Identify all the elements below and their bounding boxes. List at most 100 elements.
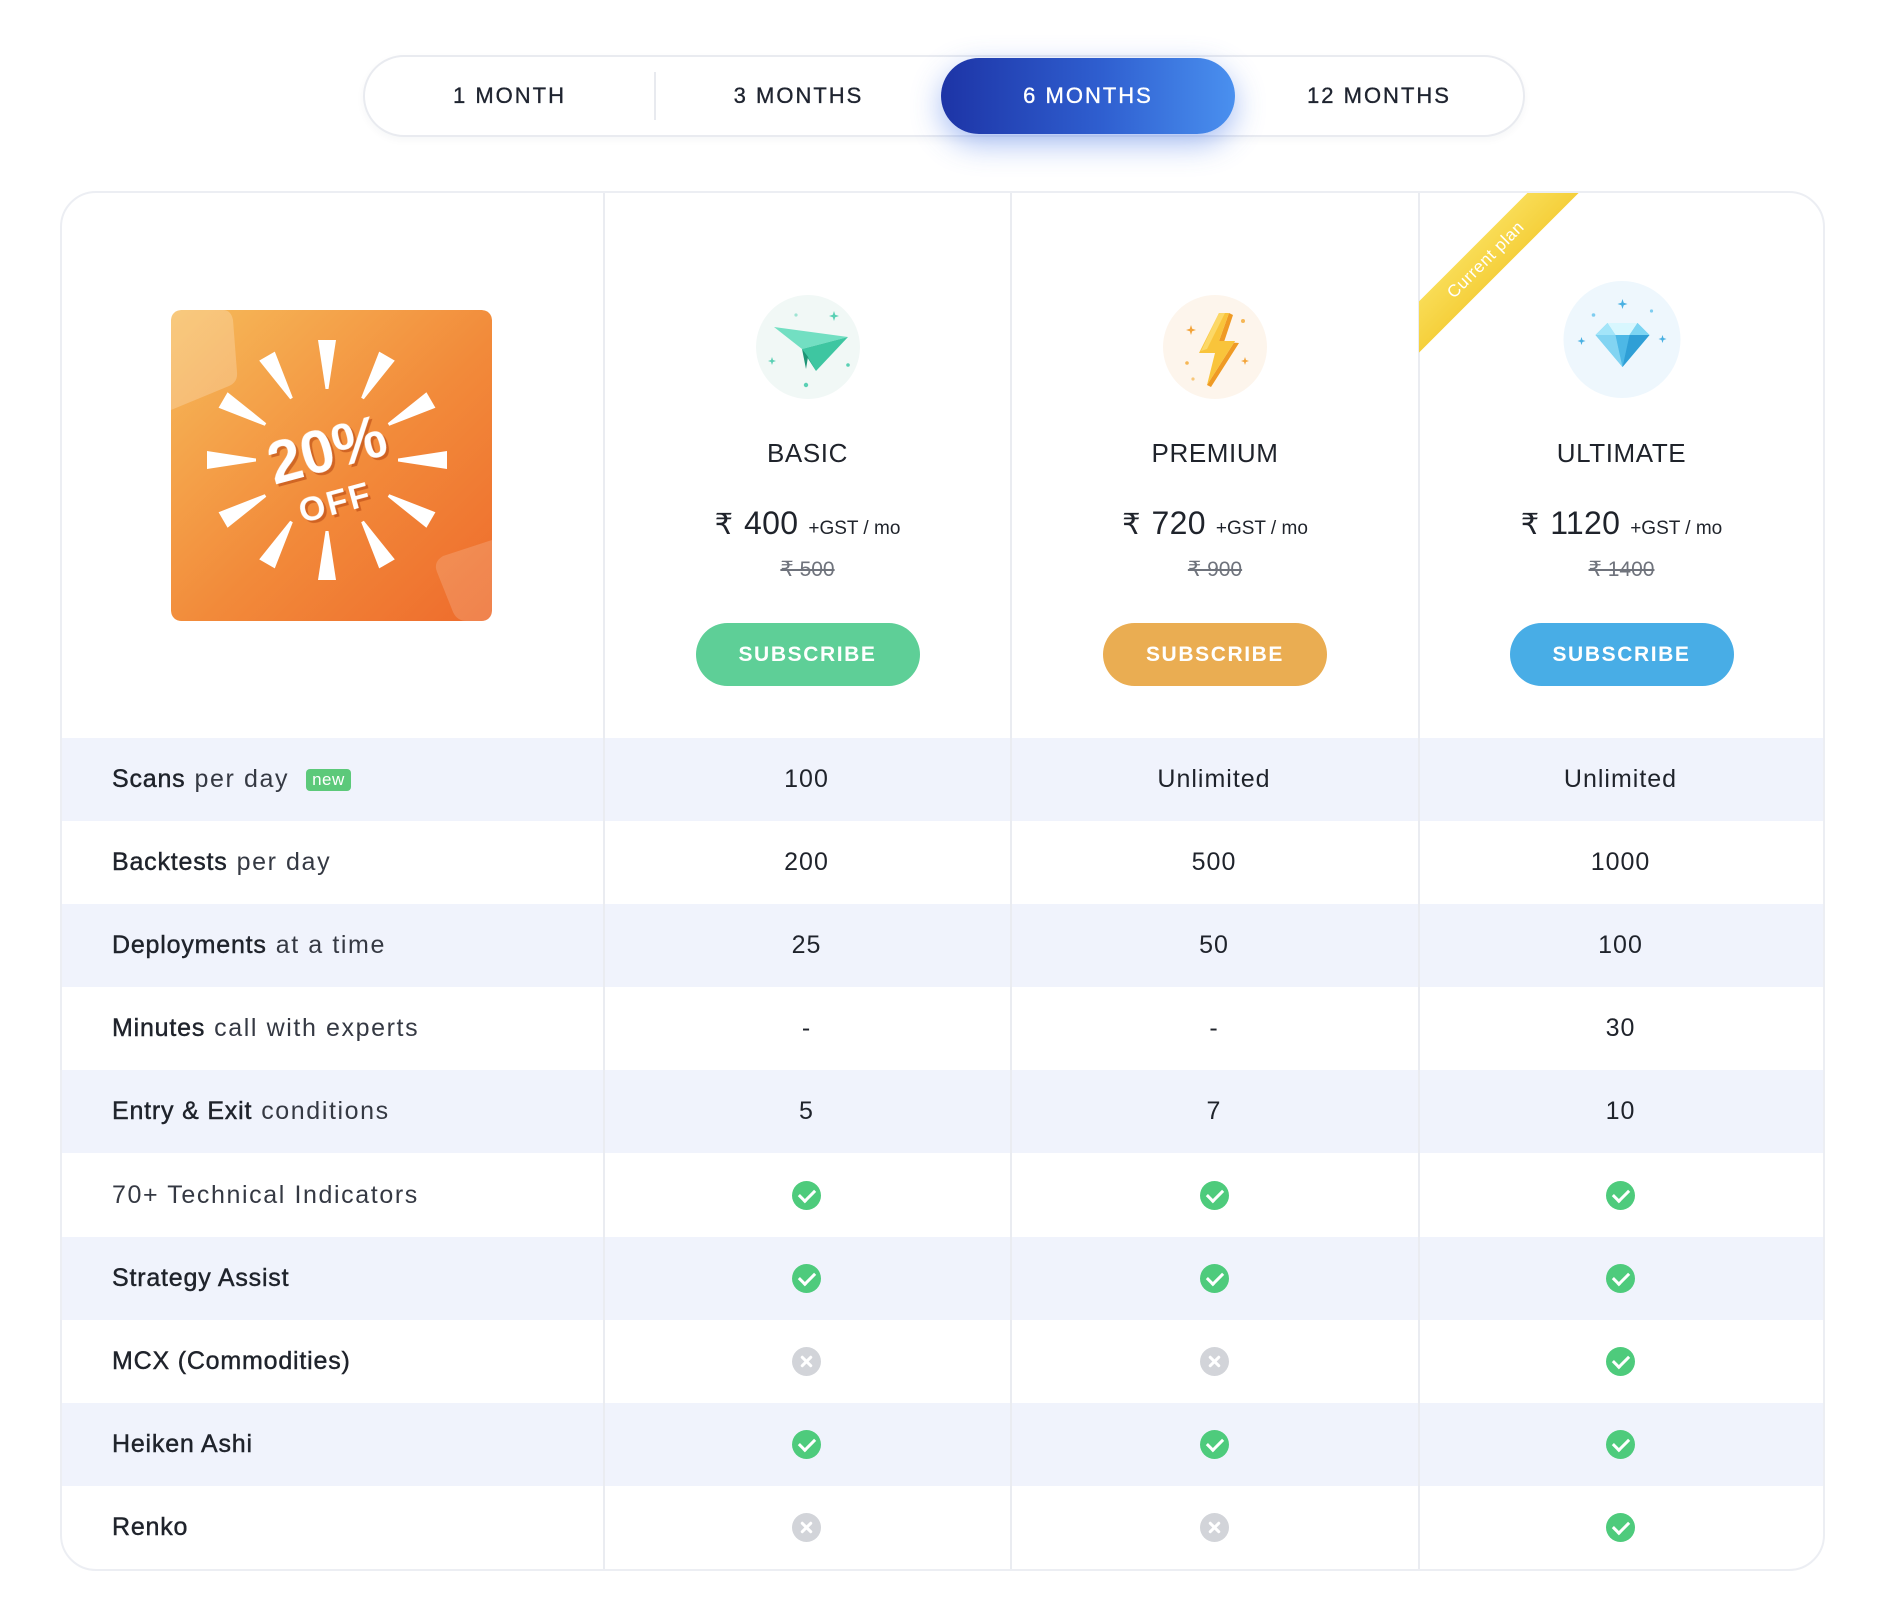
tab-6-months[interactable]: 6 MONTHS (941, 58, 1235, 134)
feature-value: 50 (1199, 931, 1229, 960)
feature-label-light: per day (236, 848, 332, 877)
table-row: Renko (62, 1486, 1823, 1569)
table-row: MCX (Commodities) (62, 1320, 1823, 1403)
column-divider (603, 193, 605, 1569)
plan-name: BASIC (766, 438, 849, 468)
feature-label-strong: Minutes (112, 1014, 206, 1043)
sunburst-icon: 20% OFF (171, 310, 492, 621)
feature-label: Entry & Exit conditions (62, 1070, 603, 1153)
price-suffix: +GST / mo (808, 518, 901, 539)
feature-value-cell (603, 1153, 1010, 1236)
table-row: Minutes call with experts - - 30 (62, 987, 1823, 1070)
check-icon (792, 1429, 821, 1459)
current-plan-label: Current plan (1419, 193, 1589, 363)
feature-value-cell (1418, 1153, 1823, 1236)
feature-label: Minutes call with experts (62, 987, 603, 1070)
lightning-bolt-icon (1163, 295, 1267, 399)
feature-label-strong: Entry & Exit (112, 1097, 253, 1126)
current-plan-ribbon: Current plan (1419, 193, 1589, 363)
feature-label: Scans per day new (62, 738, 603, 821)
plan-name: ULTIMATE (1556, 438, 1687, 468)
check-icon (1606, 1180, 1635, 1210)
currency-symbol: ₹ (1122, 507, 1141, 541)
feature-value: 10 (1605, 1097, 1636, 1126)
feature-value: 200 (784, 848, 829, 877)
feature-value: 25 (791, 931, 822, 960)
feature-value-cell (1010, 1486, 1418, 1569)
feature-value-cell (1418, 1320, 1823, 1403)
price-amount: 720 (1151, 505, 1206, 541)
feature-value: - (801, 1014, 812, 1043)
discount-badge-icon: 20% OFF (171, 310, 492, 621)
price-amount: 400 (744, 505, 799, 541)
check-icon (1606, 1512, 1635, 1542)
plan-price: ₹400 +GST / mo (605, 503, 1010, 543)
feature-value: Unlimited (1563, 765, 1678, 794)
table-row: Strategy Assist (62, 1236, 1823, 1320)
table-row: Deployments at a time 25 50 100 (62, 904, 1823, 988)
pricing-table: 20% OFF BASIC ₹400 +GST / mo ₹ 500 SUBSC… (60, 191, 1825, 1571)
check-icon (1606, 1346, 1635, 1376)
feature-value-cell (603, 1403, 1010, 1486)
feature-value-cell (603, 1320, 1010, 1403)
check-icon (1199, 1263, 1229, 1293)
feature-label: 70+ Technical Indicators (62, 1153, 603, 1236)
tab-1-month[interactable]: 1 MONTH (365, 58, 654, 134)
tab-12-months[interactable]: 12 MONTHS (1235, 58, 1523, 134)
cross-icon (792, 1346, 821, 1376)
feature-value: 5 (799, 1097, 814, 1126)
column-divider (1010, 193, 1012, 1569)
feature-value-cell (1418, 1237, 1823, 1320)
tab-3-months[interactable]: 3 MONTHS (654, 58, 943, 134)
feature-label-light: 70+ Technical Indicators (112, 1180, 419, 1209)
feature-label-light: conditions (261, 1097, 390, 1126)
feature-label-strong: Heiken Ashi (112, 1429, 253, 1458)
original-price: ₹ 1400 (1588, 558, 1655, 581)
feature-value: 7 (1206, 1097, 1222, 1126)
plan-name: PREMIUM (1151, 438, 1279, 468)
feature-label-strong: MCX (Commodities) (112, 1346, 351, 1375)
column-divider (1418, 193, 1420, 1569)
price-amount: 1120 (1550, 505, 1621, 541)
plan-price: ₹1120 +GST / mo (1420, 503, 1823, 543)
feature-label-strong: Backtests (112, 848, 228, 877)
table-row: Heiken Ashi (62, 1402, 1823, 1486)
table-row: 70+ Technical Indicators (62, 1153, 1823, 1236)
feature-value-cell (1418, 1486, 1823, 1569)
cross-icon (792, 1512, 821, 1542)
price-suffix: +GST / mo (1630, 518, 1723, 539)
feature-label: Renko (62, 1486, 603, 1569)
feature-label: MCX (Commodities) (62, 1320, 603, 1403)
feature-value: 1000 (1590, 848, 1651, 877)
feature-label-strong: Deployments (112, 931, 267, 960)
billing-period-tabs: 1 MONTH 3 MONTHS 6 MONTHS 12 MONTHS (363, 55, 1525, 137)
plan-basic: BASIC ₹400 +GST / mo ₹ 500 SUBSCRIBE (605, 193, 1010, 738)
check-icon (792, 1263, 821, 1293)
feature-label: Strategy Assist (62, 1237, 603, 1320)
check-icon (792, 1180, 821, 1210)
original-price: ₹ 500 (780, 558, 835, 581)
currency-symbol: ₹ (1520, 507, 1540, 541)
feature-label: Heiken Ashi (62, 1403, 603, 1486)
check-icon (1606, 1429, 1635, 1459)
feature-value: 30 (1605, 1014, 1636, 1043)
table-row: Entry & Exit conditions 5 7 10 (62, 1070, 1823, 1154)
feature-value-cell (1010, 1320, 1418, 1403)
feature-value: 500 (1191, 848, 1237, 877)
new-badge: new (306, 768, 351, 791)
feature-label-strong: Scans (112, 765, 186, 794)
feature-label-light: per day (194, 765, 290, 794)
feature-label: Deployments at a time (62, 904, 603, 987)
cross-icon (1199, 1512, 1229, 1542)
subscribe-basic-button[interactable]: SUBSCRIBE (695, 623, 920, 686)
feature-value: 100 (1598, 931, 1643, 960)
feature-value-cell (1010, 1237, 1418, 1320)
check-icon (1199, 1180, 1229, 1210)
subscribe-ultimate-button[interactable]: SUBSCRIBE (1509, 623, 1734, 686)
price-suffix: +GST / mo (1215, 518, 1308, 539)
feature-value: Unlimited (1157, 765, 1271, 794)
feature-value-cell (603, 1237, 1010, 1320)
plan-price: ₹720 +GST / mo (1012, 503, 1418, 543)
feature-rows: Scans per day new 100 Unlimited Unlimited … (62, 738, 1823, 1569)
subscribe-premium-button[interactable]: SUBSCRIBE (1103, 623, 1327, 686)
